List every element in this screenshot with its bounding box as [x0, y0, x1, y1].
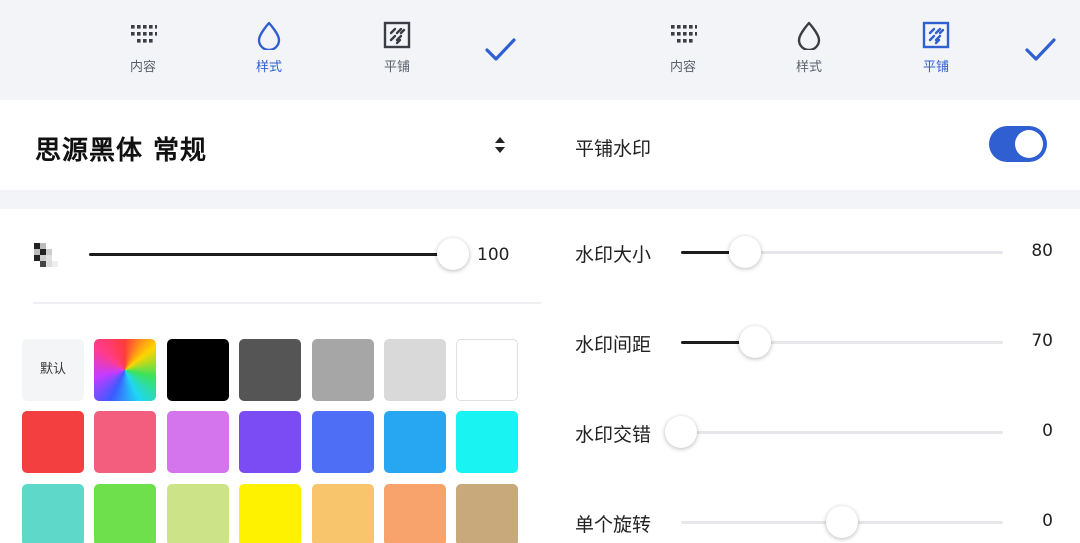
tab-label: 样式 [255, 60, 282, 75]
section-divider-band [541, 190, 1080, 209]
style-panel: 内容 样式 平铺 思源黑体 常规 100 默认 [0, 0, 541, 543]
color-swatch[interactable] [312, 411, 374, 473]
slider-value: 0 [1042, 511, 1053, 531]
divider [33, 302, 541, 304]
tab-label: 内容 [669, 60, 696, 75]
tile-panel: 内容 样式 平铺 平铺水印 水印大小 80 水印间距 70 水印交错 0 单个旋… [541, 0, 1080, 543]
color-swatch[interactable] [22, 411, 84, 473]
slider-label: 单个旋转 [575, 514, 652, 536]
top-tab-bar: 内容 样式 平铺 [541, 0, 1080, 100]
color-swatch[interactable] [94, 411, 156, 473]
color-swatch[interactable] [239, 484, 301, 543]
tile-watermark-toggle[interactable] [989, 126, 1047, 162]
color-swatch[interactable] [167, 339, 229, 401]
slider-value: 0 [1042, 421, 1053, 441]
slider-label: 水印大小 [575, 244, 652, 266]
slider-thumb[interactable] [826, 506, 858, 538]
font-selector[interactable]: 思源黑体 常规 [0, 100, 541, 190]
grid-icon [131, 25, 157, 43]
checkmark-icon[interactable] [481, 30, 521, 70]
color-swatch[interactable] [22, 484, 84, 543]
tile-watermark-label: 平铺水印 [575, 138, 652, 160]
tab-label: 样式 [795, 60, 822, 75]
tile-icon [922, 21, 950, 49]
slider-value: 80 [1031, 241, 1053, 261]
tab-content[interactable]: 内容 [643, 20, 723, 75]
color-swatch[interactable] [384, 339, 446, 401]
color-swatch[interactable] [384, 484, 446, 543]
color-swatch[interactable] [167, 411, 229, 473]
grid-icon [671, 25, 697, 43]
checkmark-icon[interactable] [1021, 30, 1061, 70]
toggle-knob [1015, 130, 1043, 158]
top-tab-bar: 内容 样式 平铺 [0, 0, 541, 100]
tab-style[interactable]: 样式 [769, 20, 849, 75]
drop-icon [797, 21, 821, 50]
sort-arrows-icon[interactable] [492, 135, 508, 155]
default-color-swatch[interactable]: 默认 [22, 339, 84, 401]
color-swatch[interactable] [94, 484, 156, 543]
color-swatch[interactable] [312, 484, 374, 543]
color-swatch[interactable] [384, 411, 446, 473]
tab-label: 平铺 [383, 60, 410, 75]
font-name: 思源黑体 常规 [35, 136, 208, 166]
slider-track [681, 431, 1003, 434]
slider-value: 70 [1031, 331, 1053, 351]
tab-content[interactable]: 内容 [103, 20, 183, 75]
color-swatch[interactable] [456, 339, 518, 401]
tab-label: 平铺 [922, 60, 949, 75]
opacity-value: 100 [477, 245, 510, 265]
tab-style[interactable]: 样式 [229, 20, 309, 75]
slider-thumb[interactable] [739, 326, 772, 358]
tab-tile[interactable]: 平铺 [896, 20, 976, 75]
color-swatch[interactable] [239, 411, 301, 473]
tile-icon [383, 21, 411, 49]
slider-thumb[interactable] [437, 238, 469, 270]
color-swatch[interactable] [239, 339, 301, 401]
section-divider-band [0, 190, 541, 209]
color-swatch[interactable] [456, 484, 518, 543]
slider-thumb[interactable] [729, 236, 762, 268]
tab-label: 内容 [129, 60, 156, 75]
color-swatch[interactable] [456, 411, 518, 473]
slider-thumb[interactable] [665, 416, 697, 448]
slider-fill [89, 253, 453, 256]
slider-label: 水印交错 [575, 424, 652, 446]
slider-label: 水印间距 [575, 334, 652, 356]
color-swatch[interactable] [312, 339, 374, 401]
color-swatch[interactable] [167, 484, 229, 543]
transparency-icon [34, 243, 58, 267]
drop-icon [257, 21, 281, 50]
custom-color-swatch[interactable] [94, 339, 156, 401]
tab-tile[interactable]: 平铺 [357, 20, 437, 75]
